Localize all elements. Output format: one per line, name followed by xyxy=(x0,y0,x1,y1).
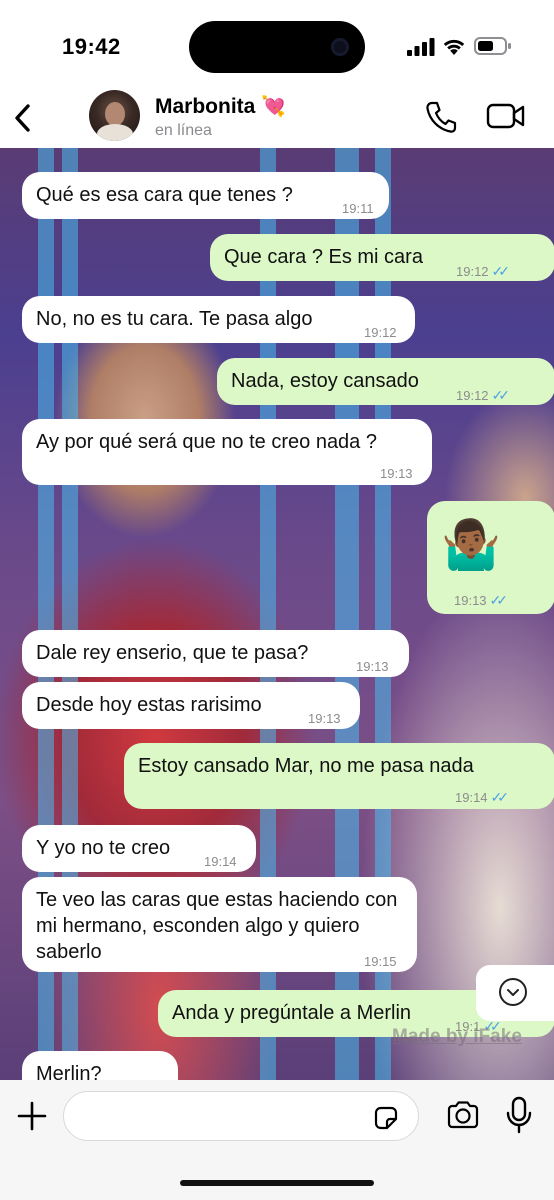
emoji-message: 🤷🏾‍♂️ xyxy=(441,519,501,572)
composer-bar xyxy=(0,1080,554,1200)
camera-icon[interactable] xyxy=(446,1100,480,1130)
incoming-message[interactable]: Ay por qué será que no te creo nada ? 19:… xyxy=(22,419,432,485)
wifi-icon xyxy=(443,39,465,55)
message-meta: 19:12 ✓✓ xyxy=(456,382,511,409)
incoming-message[interactable]: Desde hoy estas rarisimo 19:13 xyxy=(22,682,360,729)
chat-header: Marbonita 💘 en línea xyxy=(0,90,554,148)
incoming-message[interactable]: Dale rey enserio, que te pasa? 19:13 xyxy=(22,630,409,677)
chat-area[interactable]: Qué es esa cara que tenes ? 19:11 Que cara… xyxy=(0,148,554,1080)
read-receipt-icon: ✓✓ xyxy=(489,592,509,608)
message-time: 19:13 xyxy=(356,659,389,674)
message-text: Ay por qué será que no te creo nada ? xyxy=(36,431,377,453)
incoming-message[interactable]: No, no es tu cara. Te pasa algo 19:12 xyxy=(22,296,415,343)
phone-icon[interactable] xyxy=(425,100,457,134)
message-time: 19:14 xyxy=(455,790,488,805)
contact-status: en línea xyxy=(155,122,212,139)
incoming-message[interactable]: Y yo no te creo 19:14 xyxy=(22,825,256,872)
read-receipt-icon: ✓✓ xyxy=(490,789,510,805)
incoming-message[interactable]: Qué es esa cara que tenes ? 19:11 xyxy=(22,172,389,219)
message-time: 19:15 xyxy=(364,954,397,969)
message-time: 19:14 xyxy=(204,854,237,869)
battery-icon xyxy=(474,37,511,55)
message-text: Estoy cansado Mar, no me pasa nada xyxy=(138,755,474,777)
message-time: 19:13 xyxy=(308,711,341,726)
read-receipt-icon: ✓✓ xyxy=(491,263,511,279)
dynamic-island xyxy=(189,21,365,73)
message-meta: 19:13 xyxy=(380,461,413,487)
message-text: Te veo las caras que estas haciendo con … xyxy=(36,889,398,963)
microphone-icon[interactable] xyxy=(505,1096,533,1134)
message-meta: 19:15 xyxy=(364,949,397,975)
home-indicator xyxy=(180,1180,374,1186)
message-time: 19:13 xyxy=(454,593,487,608)
watermark: Made by iFake xyxy=(392,1026,522,1047)
read-receipt-icon: ✓✓ xyxy=(491,387,511,403)
message-text: No, no es tu cara. Te pasa algo xyxy=(36,308,313,330)
message-text: Dale rey enserio, que te pasa? xyxy=(36,642,309,664)
message-meta: 19:14 xyxy=(204,849,237,875)
message-time: 19:12 xyxy=(456,388,489,403)
message-meta: 19:13 xyxy=(308,706,341,732)
message-meta: 19:12 xyxy=(364,320,397,346)
incoming-message[interactable]: Te veo las caras que estas haciendo con … xyxy=(22,877,417,972)
outgoing-message[interactable]: Que cara ? Es mi cara 19:12 ✓✓ xyxy=(210,234,554,281)
message-meta: 19:13 ✓✓ xyxy=(454,587,509,614)
signal-icon xyxy=(407,38,435,56)
contact-name-text: Marbonita xyxy=(155,95,256,118)
message-meta: 19:11 xyxy=(342,196,374,222)
video-call-icon[interactable] xyxy=(486,102,526,130)
chevron-down-icon xyxy=(499,978,527,1006)
back-icon[interactable] xyxy=(10,100,40,136)
plus-icon[interactable] xyxy=(16,1100,48,1132)
message-time: 19:11 xyxy=(342,201,374,216)
scroll-down-button[interactable] xyxy=(476,965,554,1021)
message-time: 19:13 xyxy=(380,466,413,481)
status-time: 19:42 xyxy=(62,34,121,59)
message-time: 19:12 xyxy=(364,325,397,340)
message-input[interactable] xyxy=(63,1091,419,1141)
message-meta: 19:13 xyxy=(356,654,389,680)
incoming-message[interactable]: Merlin?19:15 xyxy=(22,1051,178,1080)
outgoing-message[interactable]: Estoy cansado Mar, no me pasa nada 19:14 ✓… xyxy=(124,743,554,809)
outgoing-message[interactable]: Nada, estoy cansado 19:12 ✓✓ xyxy=(217,358,554,405)
message-text: Qué es esa cara que tenes ? xyxy=(36,184,293,206)
message-meta: 19:14 ✓✓ xyxy=(455,784,510,811)
contact-name[interactable]: Marbonita 💘 xyxy=(155,94,286,119)
avatar[interactable] xyxy=(89,90,140,141)
message-text: Desde hoy estas rarisimo xyxy=(36,694,262,716)
heart-emoji: 💘 xyxy=(261,96,287,118)
status-bar: 19:42 xyxy=(0,0,554,90)
front-camera-icon xyxy=(331,38,349,56)
sticker-icon[interactable] xyxy=(372,1104,400,1132)
message-meta: 19:12 ✓✓ xyxy=(456,258,511,285)
outgoing-message[interactable]: 🤷🏾‍♂️ 19:13 ✓✓ xyxy=(427,501,554,614)
message-time: 19:12 xyxy=(456,264,489,279)
